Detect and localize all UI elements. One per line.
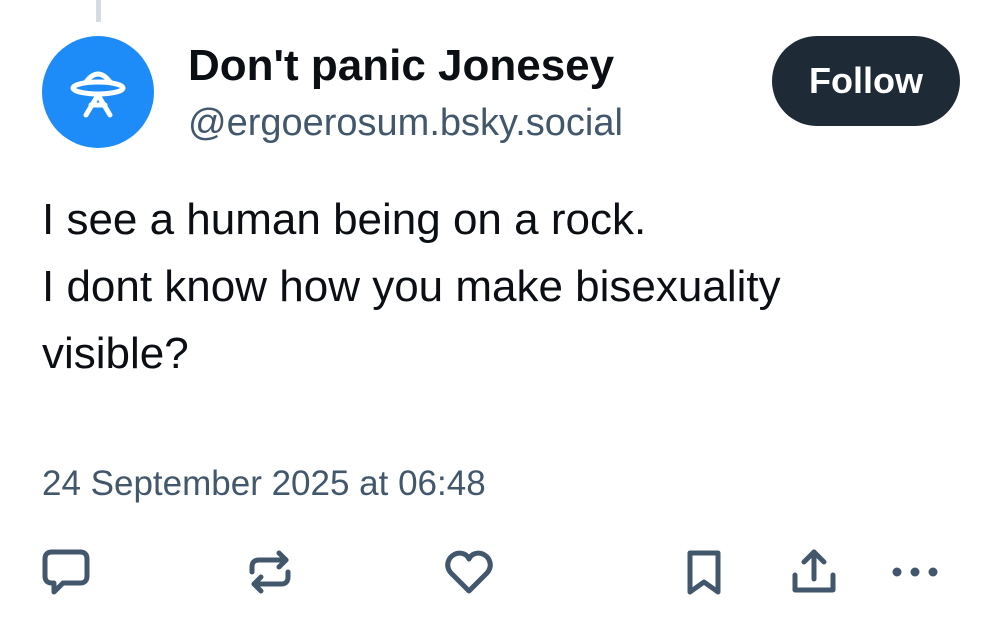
post-text-line: visible? [42,329,189,378]
share-icon [792,549,836,593]
bookmark-button[interactable] [676,544,732,600]
author-display-name[interactable]: Don't panic Jonesey [188,40,614,92]
bookmark-icon [687,550,721,595]
share-button[interactable] [786,544,842,600]
more-icon [892,567,938,577]
heart-icon [445,550,493,594]
like-button[interactable] [441,544,497,600]
author-handle[interactable]: @ergoerosum.bsky.social [188,100,623,146]
reply-button[interactable] [38,544,94,600]
thread-connector-line [96,0,101,22]
post-timestamp[interactable]: 24 September 2025 at 06:48 [42,462,486,506]
post-text: I see a human being on a rock. I dont kn… [42,186,972,387]
post-text-line: I dont know how you make bisexuality [42,262,781,311]
avatar[interactable] [42,36,154,148]
ufo-icon [70,71,126,118]
comment-icon [42,549,90,595]
more-options-button[interactable] [887,544,943,600]
repost-icon [249,550,291,594]
post-text-line: I see a human being on a rock. [42,195,647,244]
repost-button[interactable] [242,544,298,600]
follow-button[interactable]: Follow [772,36,960,126]
